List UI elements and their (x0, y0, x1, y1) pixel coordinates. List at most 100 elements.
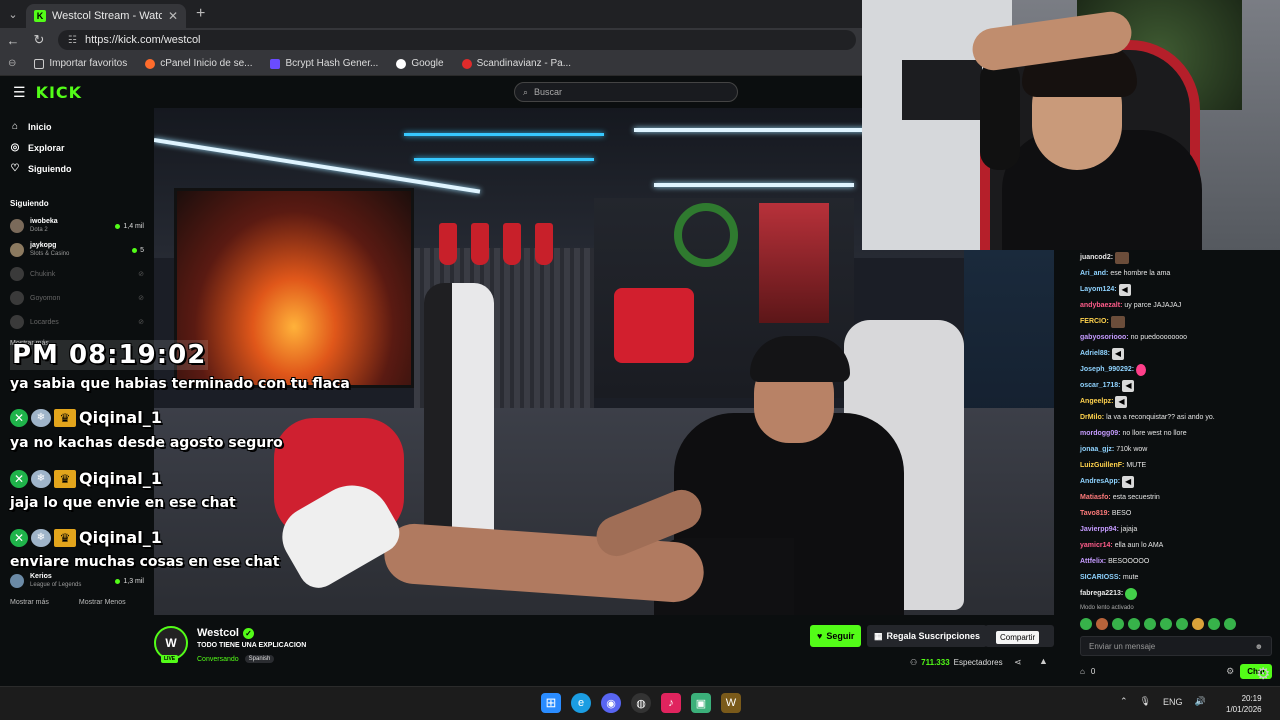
volume-icon[interactable]: 🔊 (1195, 696, 1206, 707)
quick-emote-bar (1080, 618, 1236, 630)
sidebar-item-inicio[interactable]: ⌂ Inicio (10, 116, 144, 137)
game-launcher-icon[interactable]: W (721, 693, 741, 713)
bookmark-google[interactable]: Google (396, 58, 444, 69)
chat-message: fabrega2213: (1080, 586, 1272, 602)
chat-username[interactable]: Matiasfo: (1080, 490, 1111, 506)
new-tab-plus-icon[interactable]: + (196, 5, 205, 23)
chat-username[interactable]: LuizGuillenF: (1080, 458, 1124, 474)
follow-button[interactable]: ♥ Seguir (810, 625, 862, 647)
emote-icon[interactable] (1160, 618, 1172, 630)
emote-icon[interactable] (1144, 618, 1156, 630)
sidebar-item-siguiendo[interactable]: ♡ Siguiendo (10, 158, 144, 179)
chat-username[interactable]: SICARIOSS: (1080, 570, 1121, 586)
emote-icon[interactable] (1224, 618, 1236, 630)
hamburger-menu-icon[interactable]: ☰ (13, 84, 26, 101)
offline-icon: ⊘ (138, 295, 144, 302)
channel-name[interactable]: Westcol (197, 627, 239, 639)
chat-username[interactable]: Javierpp94: (1080, 522, 1119, 538)
chat-footer: ⌂ 0 ⚙ Chat (1080, 662, 1272, 680)
windows-start-icon[interactable]: ⊞ (541, 693, 561, 713)
face-emote-icon (1115, 252, 1130, 264)
chat-username[interactable]: oscar_1718: (1080, 378, 1120, 394)
channel-item[interactable]: jaykopg Slots & Casino 5 (10, 238, 144, 262)
search-input[interactable]: ⌕ Buscar (514, 82, 738, 102)
chat-username[interactable]: gabyosoriooo: (1080, 330, 1129, 346)
chat-username[interactable]: juancod2: (1080, 250, 1113, 266)
bookmark-bcrypt[interactable]: Bcrypt Hash Gener... (270, 58, 378, 69)
channel-category: Dota 2 (30, 227, 48, 233)
share-icon[interactable]: ⋖ (1014, 657, 1022, 668)
app-icon[interactable]: ▣ (691, 693, 711, 713)
emoji-picker-icon[interactable]: ☻ (1255, 642, 1263, 651)
chat-username[interactable]: Attfelix: (1080, 554, 1106, 570)
chat-settings-gear-icon[interactable]: ⚙ (1226, 666, 1234, 677)
kick-logo[interactable]: KICK (36, 83, 83, 102)
chat-message-input[interactable]: Enviar un mensaje ☻ (1080, 636, 1272, 656)
chat-text: esta secuestrin (1112, 494, 1160, 501)
emote-icon[interactable] (1208, 618, 1220, 630)
stocking (535, 223, 553, 265)
cpanel-icon (145, 58, 156, 69)
edge-browser-icon[interactable]: e (571, 693, 591, 713)
chat-username[interactable]: Adriel88: (1080, 346, 1110, 362)
bookmark-scandinavianz[interactable]: Scandinavianz - Pa... (461, 58, 571, 69)
emote-icon[interactable] (1192, 618, 1204, 630)
viewers-icon: ⚇ (910, 658, 918, 667)
chat-username[interactable]: jonaa_gjz: (1080, 442, 1114, 458)
url-field[interactable]: ☷ https://kick.com/westcol (58, 30, 856, 50)
chat-text: BESO (1111, 510, 1132, 517)
channel-item[interactable]: Locardes ⊘ (10, 310, 144, 334)
taskbar-clock[interactable]: 20:19 1/01/2026 (1226, 693, 1262, 715)
emote-icon[interactable] (1096, 618, 1108, 630)
badge-x-icon: ✕ (10, 528, 28, 547)
tiktok-icon[interactable]: ♪ (661, 693, 681, 713)
stream-category[interactable]: Conversando (197, 656, 239, 663)
chat-messages[interactable]: juancod2: Ari_and: ese hombre la ama Layom1… (1054, 250, 1280, 604)
chat-username[interactable]: mordogg09: (1080, 426, 1120, 442)
chat-username[interactable]: yamicr14: (1080, 538, 1113, 554)
tab-list-chevron-icon[interactable]: ⌄ (0, 8, 26, 21)
microphone-icon[interactable]: 🎙 (1140, 696, 1151, 707)
channel-item[interactable]: Kerios League of Legends 1,3 mil (10, 569, 144, 593)
browser-tab-active[interactable]: K Westcol Stream - Watch Live on Kick ✕ (26, 4, 186, 28)
show-less-link[interactable]: Mostrar Menos (79, 599, 126, 606)
chat-username[interactable]: Angeelpz: (1080, 394, 1113, 410)
chat-username[interactable]: Ari_and: (1080, 266, 1108, 282)
input-language[interactable]: ENG (1163, 697, 1183, 707)
reload-icon[interactable]: ↻ (32, 32, 46, 48)
language-tag[interactable]: Spanish (244, 655, 275, 663)
chat-username[interactable]: Joseph_990292: (1080, 362, 1134, 378)
gift-subs-button[interactable]: ▦ Regala Suscripciones (867, 625, 988, 647)
chat-username[interactable]: Layom124: (1080, 282, 1117, 298)
bookmark-label: Bcrypt Hash Gener... (285, 58, 379, 69)
channel-points-icon[interactable]: ⌂ (1080, 667, 1085, 676)
back-arrow-icon[interactable]: ← (6, 33, 20, 48)
channel-item[interactable]: Goyomon ⊘ (10, 286, 144, 310)
emote-icon[interactable] (1080, 618, 1092, 630)
bookmark-sidepanel-icon[interactable]: ⊖ (8, 58, 16, 69)
chat-username[interactable]: andybaezalt: (1080, 298, 1122, 314)
bookmark-import[interactable]: Importar favoritos (34, 58, 127, 69)
report-warning-icon[interactable]: ▲ (1039, 656, 1048, 666)
channel-item[interactable]: Chukink ⊘ (10, 262, 144, 286)
search-placeholder: Buscar (534, 87, 563, 97)
discord-icon[interactable]: ◉ (601, 693, 621, 713)
chat-username[interactable]: Tavo819: (1080, 506, 1110, 522)
close-tab-icon[interactable]: ✕ (168, 9, 178, 23)
chat-username[interactable]: FERCIO: (1080, 314, 1109, 330)
channel-item[interactable]: iwobeka Dota 2 1,4 mil (10, 214, 144, 238)
emote-icon[interactable] (1176, 618, 1188, 630)
show-more-link[interactable]: Mostrar más (10, 599, 49, 606)
bookmark-cpanel[interactable]: cPanel Inicio de se... (145, 58, 252, 69)
chat-username[interactable]: DrMilo: (1080, 410, 1104, 426)
chat-message: mordogg09: no llore west no llore (1080, 426, 1272, 442)
chat-username[interactable]: fabrega2213: (1080, 586, 1123, 602)
settings-gear-icon[interactable]: ⚙ (1256, 664, 1270, 684)
emote-icon[interactable] (1128, 618, 1140, 630)
obs-icon[interactable]: ◍ (631, 693, 651, 713)
site-info-icon[interactable]: ☷ (68, 35, 77, 46)
tray-chevron-icon[interactable]: ⌃ (1120, 696, 1128, 707)
sidebar-item-explorar[interactable]: ◎ Explorar (10, 137, 144, 158)
chat-username[interactable]: AndresApp: (1080, 474, 1120, 490)
emote-icon[interactable] (1112, 618, 1124, 630)
